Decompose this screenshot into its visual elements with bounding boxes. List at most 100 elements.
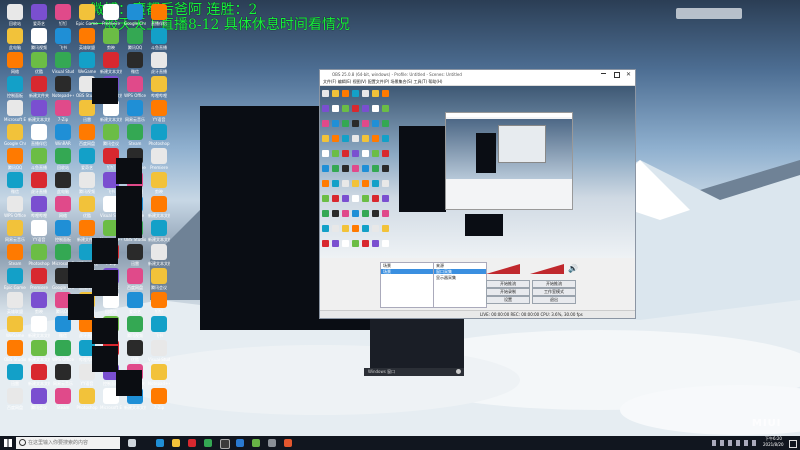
chrome-icon[interactable] — [204, 439, 212, 447]
floating-toolbar[interactable] — [676, 8, 742, 19]
desktop-shortcut-icon[interactable] — [151, 172, 167, 188]
desktop-shortcut-icon[interactable] — [55, 340, 71, 356]
desktop-shortcut-icon[interactable] — [151, 28, 167, 44]
selected-shortcut-tile[interactable] — [92, 78, 118, 104]
selected-shortcut-tile[interactable] — [92, 318, 118, 344]
desktop-shortcut-icon[interactable] — [31, 76, 47, 92]
desktop-shortcut-icon[interactable] — [55, 220, 71, 236]
desktop-shortcut-icon[interactable] — [79, 148, 95, 164]
desktop-shortcut-icon[interactable] — [31, 364, 47, 380]
desktop-shortcut-icon[interactable] — [55, 4, 71, 20]
explorer-icon[interactable] — [172, 439, 180, 447]
obs-window[interactable]: OBS 25.0.8 (64-bit, windows) - Profile: … — [319, 69, 636, 319]
obs-control-button[interactable]: 开始推流 — [532, 280, 576, 288]
desktop-shortcut-icon[interactable] — [55, 100, 71, 116]
desktop-shortcut-icon[interactable] — [127, 52, 143, 68]
desktop-shortcut-icon[interactable] — [151, 388, 167, 404]
desktop-shortcut-icon[interactable] — [151, 100, 167, 116]
close-icon[interactable]: ✕ — [626, 71, 631, 78]
desktop-shortcut-icon[interactable] — [151, 52, 167, 68]
desktop-shortcut-icon[interactable] — [7, 196, 23, 212]
desktop-shortcut-icon[interactable] — [127, 316, 143, 332]
desktop-shortcut-icon[interactable] — [79, 196, 95, 212]
desktop-shortcut-icon[interactable] — [7, 100, 23, 116]
app-icon[interactable] — [284, 439, 292, 447]
desktop-shortcut-icon[interactable] — [55, 76, 71, 92]
desktop-shortcut-icon[interactable] — [55, 172, 71, 188]
netease-music-icon[interactable] — [188, 439, 196, 447]
desktop-shortcut-icon[interactable] — [7, 148, 23, 164]
desktop-shortcut-icon[interactable] — [31, 4, 47, 20]
desktop-shortcut-icon[interactable] — [127, 244, 143, 260]
desktop-shortcut-icon[interactable] — [31, 316, 47, 332]
desktop-shortcut-icon[interactable] — [151, 76, 167, 92]
desktop-shortcut-icon[interactable] — [103, 124, 119, 140]
selected-shortcut-tile[interactable] — [92, 346, 118, 372]
source-item[interactable]: 显示器采集 — [434, 275, 486, 280]
desktop-shortcut-icon[interactable] — [127, 292, 143, 308]
desktop-shortcut-icon[interactable] — [127, 28, 143, 44]
desktop-shortcut-icon[interactable] — [103, 28, 119, 44]
desktop-shortcut-icon[interactable] — [31, 148, 47, 164]
selected-shortcut-tile[interactable] — [116, 212, 142, 238]
desktop-shortcut-icon[interactable] — [151, 340, 167, 356]
desktop-shortcut-icon[interactable] — [151, 4, 167, 20]
selected-shortcut-tile[interactable] — [68, 294, 94, 320]
obs-icon[interactable] — [220, 439, 230, 449]
desktop-shortcut-icon[interactable] — [55, 244, 71, 260]
obs-control-button[interactable]: 设置 — [486, 296, 530, 304]
desktop-shortcut-icon[interactable] — [7, 316, 23, 332]
desktop-shortcut-icon[interactable] — [79, 220, 95, 236]
desktop-shortcut-icon[interactable] — [79, 4, 95, 20]
desktop-shortcut-icon[interactable] — [7, 52, 23, 68]
desktop-shortcut-icon[interactable] — [55, 52, 71, 68]
desktop-shortcut-icon[interactable] — [127, 76, 143, 92]
scene-item[interactable]: 场景 — [381, 269, 433, 274]
obs-control-button[interactable]: 工作室模式 — [532, 288, 576, 296]
search-input[interactable] — [28, 439, 116, 447]
desktop-shortcut-icon[interactable] — [79, 52, 95, 68]
close-icon[interactable] — [456, 369, 461, 374]
selected-shortcut-tile[interactable] — [68, 262, 94, 288]
selected-shortcut-tile[interactable] — [92, 238, 118, 264]
desktop-shortcut-icon[interactable] — [7, 124, 23, 140]
desktop-shortcut-icon[interactable] — [151, 148, 167, 164]
edge-icon[interactable] — [156, 439, 164, 447]
taskbar-search[interactable] — [16, 437, 120, 449]
desktop-shortcut-icon[interactable] — [127, 268, 143, 284]
obs-preview[interactable] — [320, 86, 635, 258]
speaker-icon[interactable]: 🔊 — [568, 264, 578, 273]
app-icon[interactable] — [252, 439, 260, 447]
notification-icon[interactable] — [789, 440, 797, 448]
desktop-shortcut-icon[interactable] — [7, 340, 23, 356]
desktop-shortcut-icon[interactable] — [7, 4, 23, 20]
tray-icons[interactable] — [712, 440, 760, 446]
selected-shortcut-tile[interactable] — [116, 186, 142, 212]
desktop-shortcut-icon[interactable] — [7, 76, 23, 92]
desktop-shortcut-icon[interactable] — [79, 172, 95, 188]
desktop-shortcut-icon[interactable] — [55, 148, 71, 164]
desktop-shortcut-icon[interactable] — [151, 268, 167, 284]
obs-control-button[interactable]: 开始录制 — [486, 288, 530, 296]
desktop-shortcut-icon[interactable] — [31, 268, 47, 284]
selected-shortcut-tile[interactable] — [92, 270, 118, 296]
desktop-shortcut-icon[interactable] — [31, 124, 47, 140]
desktop-shortcut-icon[interactable] — [7, 244, 23, 260]
desktop-shortcut-icon[interactable] — [7, 220, 23, 236]
desktop-shortcut-icon[interactable] — [127, 100, 143, 116]
taskbar-date[interactable]: 2021/8/20 — [763, 442, 784, 447]
desktop-shortcut-icon[interactable] — [151, 220, 167, 236]
task-view-icon[interactable] — [128, 439, 136, 447]
desktop-shortcut-icon[interactable] — [7, 172, 23, 188]
selected-shortcut-tile[interactable] — [116, 158, 142, 184]
desktop-shortcut-icon[interactable] — [127, 4, 143, 20]
bottom-window-bar[interactable]: Windows 窗口 — [364, 368, 464, 376]
desktop-shortcut-icon[interactable] — [7, 292, 23, 308]
desktop-shortcut-icon[interactable] — [31, 172, 47, 188]
desktop-shortcut-icon[interactable] — [151, 364, 167, 380]
desktop-shortcut-icon[interactable] — [79, 388, 95, 404]
desktop-shortcut-icon[interactable] — [55, 196, 71, 212]
obs-title-bar[interactable]: OBS 25.0.8 (64-bit, windows) - Profile: … — [320, 70, 635, 78]
desktop-shortcut-icon[interactable] — [31, 340, 47, 356]
desktop-shortcut-icon[interactable] — [127, 124, 143, 140]
